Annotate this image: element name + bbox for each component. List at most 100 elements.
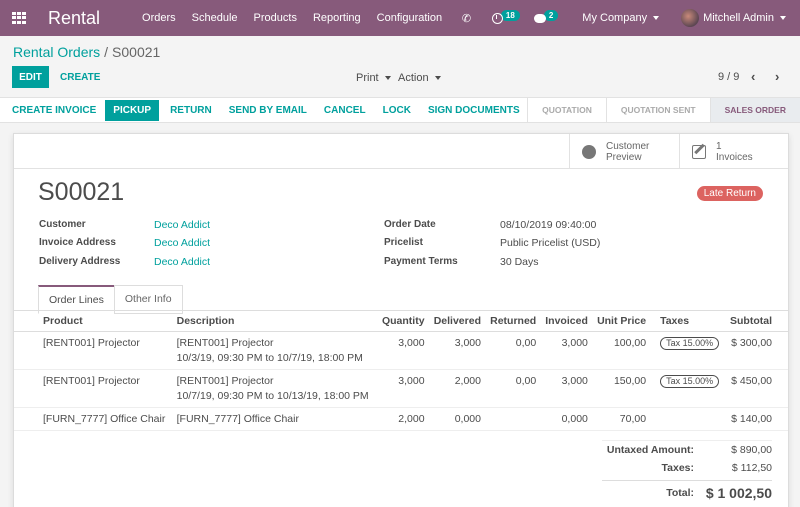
col-returned[interactable]: Returned: [484, 311, 541, 332]
send-by-email-button[interactable]: SEND BY EMAIL: [229, 105, 307, 116]
table-header-row: Product Description Quantity Delivered R…: [14, 311, 788, 332]
action-label: Action: [398, 72, 429, 84]
desc-line2: 10/3/19, 09:30 PM to 10/7/19, 18:00 PM: [176, 352, 363, 364]
col-quantity[interactable]: Quantity: [376, 311, 429, 332]
order-title: S00021: [38, 178, 125, 206]
menu-reporting[interactable]: Reporting: [313, 12, 361, 24]
cell-unit-price: 70,00: [591, 407, 651, 431]
col-delivered[interactable]: Delivered: [428, 311, 485, 332]
return-button[interactable]: RETURN: [170, 105, 212, 116]
menu-configuration[interactable]: Configuration: [377, 12, 442, 24]
caret-down-icon: [384, 76, 391, 81]
menu-products[interactable]: Products: [254, 12, 297, 24]
desc-line1: [FURN_7777] Office Chair: [176, 413, 299, 425]
stage-quotation-sent[interactable]: QUOTATION SENT: [605, 98, 710, 122]
cell-returned: 0,00: [484, 369, 541, 408]
desc-line1: [RENT001] Projector: [176, 337, 274, 349]
taxes-label: Taxes:: [661, 462, 695, 474]
col-unit-price[interactable]: Unit Price: [591, 311, 651, 332]
cell-invoiced: 0,000: [540, 407, 592, 431]
invoices-text: Invoices: [716, 151, 753, 163]
breadcrumb-rental-orders[interactable]: Rental Orders: [13, 44, 100, 60]
edit-button[interactable]: EDIT: [12, 66, 49, 88]
cell-returned: 0,00: [484, 331, 541, 370]
col-invoiced[interactable]: Invoiced: [540, 311, 592, 332]
cell-quantity: 2,000: [376, 407, 429, 431]
preview-line2: Preview: [606, 151, 642, 163]
messaging-menu[interactable]: 2: [533, 9, 559, 23]
pager-previous-button[interactable]: ‹: [751, 69, 755, 84]
untaxed-value: $ 890,00: [731, 444, 772, 456]
invoice-address-label: Invoice Address: [39, 237, 116, 248]
col-subtotal[interactable]: Subtotal: [724, 311, 788, 332]
cell-product: [RENT001] Projector: [14, 369, 173, 408]
customer-value[interactable]: Deco Addict: [154, 219, 210, 231]
stage-sales-order[interactable]: SALES ORDER: [709, 98, 800, 122]
customer-label: Customer: [39, 219, 86, 230]
menu-orders[interactable]: Orders: [142, 12, 176, 24]
delivery-address-value[interactable]: Deco Addict: [154, 256, 210, 268]
user-menu[interactable]: Mitchell Admin: [703, 12, 786, 24]
lock-button[interactable]: LOCK: [383, 105, 411, 116]
tax-tag: Tax 15.00%: [660, 375, 720, 388]
stage-quotation[interactable]: QUOTATION: [527, 98, 606, 122]
invoices-button[interactable]: 1 Invoices: [679, 134, 789, 169]
create-invoice-button[interactable]: CREATE INVOICE: [12, 105, 96, 116]
action-dropdown[interactable]: Action: [398, 72, 441, 84]
late-return-badge: Late Return: [696, 186, 763, 201]
table-row[interactable]: [RENT001] Projector [RENT001] Projector 1…: [14, 369, 788, 408]
order-date-value: 08/10/2019 09:40:00: [500, 219, 597, 231]
col-description[interactable]: Description: [172, 311, 377, 332]
menu-schedule[interactable]: Schedule: [192, 12, 238, 24]
customer-preview-button[interactable]: Customer Preview: [569, 134, 679, 169]
table-row[interactable]: [RENT001] Projector [RENT001] Projector 1…: [14, 331, 788, 370]
taxes-value: $ 112,50: [731, 462, 772, 474]
main-menu: Orders Schedule Products Reporting Confi…: [142, 12, 458, 24]
cell-subtotal: $ 450,00: [724, 369, 788, 408]
untaxed-label: Untaxed Amount:: [606, 444, 694, 456]
cell-quantity: 3,000: [376, 369, 429, 408]
print-dropdown[interactable]: Print: [356, 72, 391, 84]
apps-grid-icon[interactable]: [12, 12, 26, 24]
sign-documents-button[interactable]: SIGN DOCUMENTS: [428, 105, 520, 116]
activity-menu[interactable]: 18: [491, 9, 520, 24]
activity-count-badge: 18: [500, 9, 520, 21]
order-date-label: Order Date: [384, 219, 436, 230]
preview-line1: Customer: [606, 140, 650, 152]
order-lines-table: Product Description Quantity Delivered R…: [14, 311, 788, 431]
cell-product: [FURN_7777] Office Chair: [14, 407, 173, 431]
untaxed-row: Untaxed Amount: $ 890,00: [602, 441, 772, 459]
stage-pipeline: QUOTATION QUOTATION SENT SALES ORDER: [527, 98, 800, 122]
pricelist-label: Pricelist: [384, 237, 423, 248]
phone-icon[interactable]: ✆: [462, 12, 476, 25]
cell-quantity: 3,000: [376, 331, 429, 370]
app-name[interactable]: Rental: [48, 8, 100, 29]
caret-down-icon: [653, 16, 660, 21]
navbar-right: ✆ 18 2 My Company Mitchell Admin: [462, 0, 800, 36]
desc-line1: [RENT001] Projector: [176, 375, 274, 387]
avatar[interactable]: [681, 9, 700, 27]
pager-next-button[interactable]: ›: [775, 69, 779, 84]
cancel-button[interactable]: CANCEL: [324, 105, 366, 116]
totals-block: Untaxed Amount: $ 890,00 Taxes: $ 112,50…: [602, 440, 772, 504]
invoices-label: 1 Invoices: [716, 141, 753, 163]
smart-button-box: Customer Preview 1 Invoices: [14, 134, 788, 169]
total-value: $ 1 002,50: [705, 484, 772, 501]
company-switcher[interactable]: My Company: [582, 12, 660, 24]
table-row[interactable]: [FURN_7777] Office Chair [FURN_7777] Off…: [14, 407, 788, 431]
desc-line2: 10/7/19, 09:30 PM to 10/13/19, 18:00 PM: [176, 390, 369, 402]
invoice-address-value[interactable]: Deco Addict: [154, 237, 210, 249]
total-label: Total:: [666, 486, 694, 499]
breadcrumb-separator: /: [104, 44, 109, 60]
tax-tag: Tax 15.00%: [660, 337, 720, 350]
col-product[interactable]: Product: [14, 311, 173, 332]
cell-taxes: [650, 407, 725, 431]
user-name: Mitchell Admin: [703, 12, 774, 24]
cell-subtotal: $ 140,00: [724, 407, 788, 431]
chat-icon: [533, 13, 546, 23]
cell-product: [RENT001] Projector: [14, 331, 173, 370]
pickup-button[interactable]: PICKUP: [105, 99, 160, 121]
create-button[interactable]: CREATE: [60, 66, 100, 88]
caret-down-icon: [780, 16, 786, 21]
col-taxes[interactable]: Taxes: [650, 311, 725, 332]
